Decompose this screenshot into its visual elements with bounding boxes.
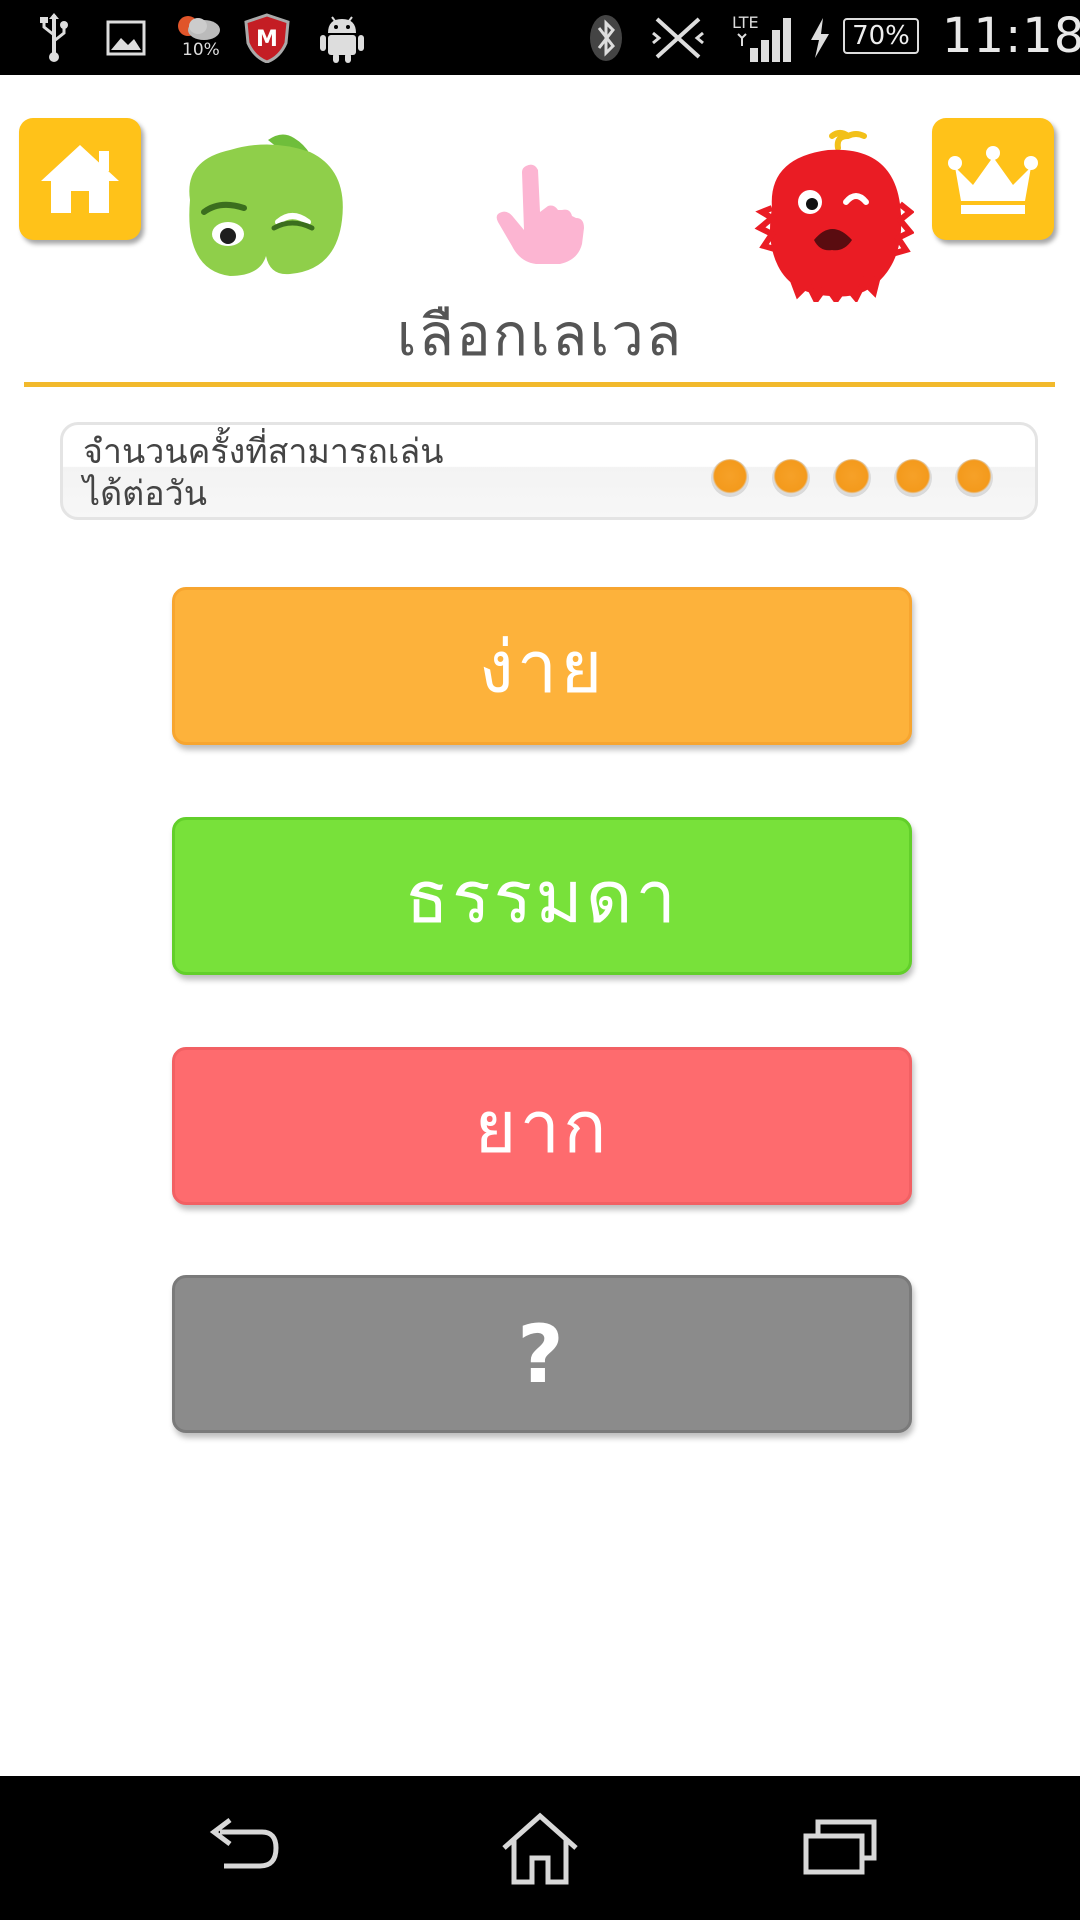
play-dot — [772, 459, 810, 497]
weather-percent: 10% — [182, 40, 220, 60]
signal-icon: LTE — [730, 10, 794, 66]
play-dot — [711, 459, 749, 497]
crown-icon — [948, 146, 1038, 214]
remaining-plays-indicator — [711, 459, 993, 497]
play-dot — [955, 459, 993, 497]
easy-level-button[interactable]: ง่าย — [172, 587, 912, 745]
plays-per-day-panel: จำนวนครั้งที่สามารถเล่นได้ต่อวัน — [60, 422, 1038, 520]
bluetooth-icon — [584, 10, 628, 66]
android-debug-icon — [318, 10, 366, 66]
back-button[interactable] — [192, 1806, 292, 1890]
red-character — [752, 128, 915, 306]
pointing-hand-icon — [490, 160, 590, 270]
recent-apps-button[interactable] — [790, 1806, 890, 1890]
hard-level-button[interactable]: ยาก — [172, 1047, 912, 1205]
svg-text:M: M — [256, 27, 278, 52]
usb-icon — [34, 10, 74, 66]
recent-apps-icon — [803, 1819, 877, 1875]
home-button[interactable] — [19, 118, 141, 240]
unknown-level-button[interactable]: ? — [172, 1275, 912, 1433]
green-character — [170, 130, 350, 290]
vibrate-icon — [650, 10, 706, 66]
play-dot — [894, 459, 932, 497]
home-icon — [41, 145, 119, 213]
plays-per-day-label: จำนวนครั้งที่สามารถเล่นได้ต่อวัน — [83, 432, 444, 514]
header-divider — [24, 382, 1055, 387]
page-title: เลือกเลเวล — [396, 301, 684, 369]
mcafee-icon: M — [242, 10, 292, 66]
clock: 11:18 — [942, 8, 1080, 64]
normal-level-button[interactable]: ธรรมดา — [172, 817, 912, 975]
home-nav-button[interactable] — [490, 1806, 590, 1890]
status-bar: 10% M LTE 70% 11:18 — [0, 0, 1080, 75]
battery-level: 70% — [852, 21, 910, 51]
gallery-icon — [104, 10, 148, 66]
battery-icon: 70% — [843, 18, 919, 54]
charging-icon — [805, 10, 835, 66]
navigation-bar — [0, 1776, 1080, 1920]
home-icon — [502, 1812, 578, 1885]
back-icon — [209, 1818, 279, 1869]
svg-text:LTE: LTE — [732, 13, 759, 32]
play-dot — [833, 459, 871, 497]
ranking-button[interactable] — [932, 118, 1054, 240]
